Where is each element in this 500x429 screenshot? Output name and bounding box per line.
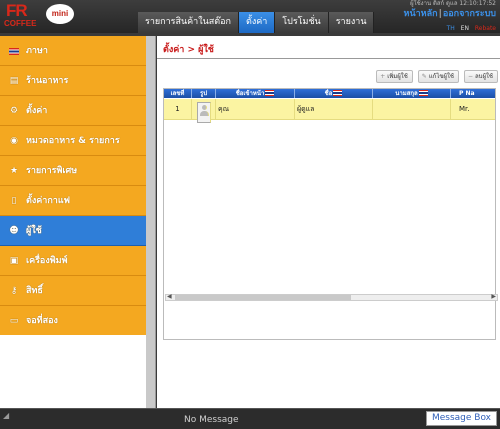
sidebar-item-label: สิทธิ์ — [26, 286, 43, 296]
lang-th[interactable]: TH — [447, 25, 455, 32]
sidebar-item-coffee-settings[interactable]: ▯ ตั้งค่ากาแฟ — [0, 186, 146, 216]
plate-icon: ◉ — [10, 136, 18, 146]
col-header-surname[interactable]: นามสกุล — [373, 89, 451, 98]
gear-icon: ⚙ — [9, 106, 19, 116]
flag-icon — [333, 90, 343, 96]
scroll-right-icon[interactable]: ▶ — [491, 293, 496, 300]
col-header-name-label: ชื่อ — [324, 90, 333, 97]
cell-photo — [192, 99, 216, 123]
splitter[interactable] — [146, 36, 156, 408]
store-icon: ▤ — [9, 76, 19, 86]
sidebar-item-label: รายการพิเศษ — [26, 166, 78, 176]
sidebar-item-second-screen[interactable]: ▭ จอที่สอง — [0, 306, 146, 336]
resize-grip-icon: ◢ — [3, 411, 10, 420]
message-box-button[interactable]: Message Box — [426, 411, 497, 426]
col-header-p[interactable]: P Na — [451, 89, 495, 98]
horizontal-scrollbar[interactable]: ◀ ▶ — [165, 293, 498, 301]
cell-login: คุณ — [216, 99, 295, 120]
sidebar-item-label: ตั้งค่ากาแฟ — [26, 196, 70, 206]
key-icon: ⚷ — [10, 286, 18, 296]
edit-user-button[interactable]: ✎ แก้ไขผู้ใช้ — [417, 70, 459, 83]
cell-surname — [373, 99, 451, 120]
sidebar-item-label: เครื่องพิมพ์ — [26, 256, 68, 266]
tab-stock[interactable]: รายการสินค้าในสต๊อก — [138, 12, 239, 33]
monitor-icon: ▭ — [9, 316, 19, 326]
flag-icon — [418, 90, 428, 96]
flag-icon — [9, 48, 19, 55]
add-user-button[interactable]: + เพิ่มผู้ใช้ — [376, 70, 413, 83]
users-icon: ☻ — [9, 226, 19, 236]
col-header-surname-label: นามสกุล — [395, 90, 418, 97]
col-header-login-label: ชื่อเข้าหน้า — [235, 90, 265, 97]
sidebar-item-label: หมวดอาหาร & รายการ — [26, 136, 120, 146]
printer-icon: ▣ — [9, 256, 19, 266]
logo-sub: COFFEE — [4, 19, 37, 28]
sidebar: ภาษา ▤ ร้านอาหาร ⚙ ตั้งค่า ◉ หมวดอาหาร & รา… — [0, 36, 146, 336]
sidebar-item-label: ร้านอาหาร — [26, 76, 69, 86]
sidebar-item-food-category[interactable]: ◉ หมวดอาหาร & รายการ — [0, 126, 146, 156]
cell-no: 1 — [164, 99, 192, 120]
col-header-no[interactable]: เลขที่ — [164, 89, 192, 98]
header-links: หน้าหลัก|ออกจากระบบ — [403, 9, 496, 19]
logout-link[interactable]: ออกจากระบบ — [443, 9, 496, 19]
sidebar-item-special[interactable]: ★ รายการพิเศษ — [0, 156, 146, 186]
lang-other[interactable]: Rebate — [475, 25, 496, 32]
cell-p: Mr. — [451, 99, 495, 120]
lang-en[interactable]: EN — [461, 25, 469, 32]
scroll-left-icon[interactable]: ◀ — [167, 293, 172, 300]
sidebar-item-language[interactable]: ภาษา — [0, 36, 146, 66]
app-logo: FR COFFEE mini — [2, 1, 74, 33]
cup-icon: ▯ — [11, 196, 17, 206]
sidebar-item-label: จอที่สอง — [26, 316, 58, 326]
sidebar-item-restaurant[interactable]: ▤ ร้านอาหาร — [0, 66, 146, 96]
breadcrumb: ตั้งค่า > ผู้ใช้ — [163, 45, 214, 55]
sidebar-item-label: ภาษา — [26, 46, 48, 56]
star-icon: ★ — [9, 166, 19, 176]
main-nav: รายการสินค้าในสต๊อก ตั้งค่า โปรโมชั่น รา… — [138, 12, 375, 33]
language-switcher: TH EN Rebate — [443, 25, 496, 32]
col-header-name[interactable]: ชื่อ — [295, 89, 373, 98]
sidebar-item-label: ผู้ใช้ — [26, 226, 42, 236]
cell-name: ผู้ดูแล — [295, 99, 373, 120]
logo-brand: FR — [6, 1, 28, 20]
delete-user-label: ลบผู้ใช้ — [474, 73, 493, 80]
status-message: No Message — [184, 415, 239, 425]
tab-settings[interactable]: ตั้งค่า — [238, 12, 276, 33]
users-table: เลขที่ รูป ชื่อเข้าหน้า ชื่อ นามสกุล P N… — [163, 88, 496, 340]
sidebar-item-permissions[interactable]: ⚷ สิทธิ์ — [0, 276, 146, 306]
divider — [157, 58, 500, 59]
delete-user-button[interactable]: − ลบผู้ใช้ — [463, 70, 498, 83]
table-header: เลขที่ รูป ชื่อเข้าหน้า ชื่อ นามสกุล P N… — [164, 89, 495, 98]
col-header-login[interactable]: ชื่อเข้าหน้า — [216, 89, 295, 98]
sidebar-item-label: ตั้งค่า — [26, 106, 48, 116]
add-user-label: เพิ่มผู้ใช้ — [387, 73, 408, 80]
avatar-placeholder-icon — [196, 102, 211, 123]
logo-badge: mini — [46, 4, 74, 24]
main-panel: ตั้งค่า > ผู้ใช้ + เพิ่มผู้ใช้ ✎ แก้ไขผู้ใ… — [157, 36, 500, 408]
tab-promotion[interactable]: โปรโมชั่น — [275, 12, 329, 33]
top-bar: FR COFFEE mini รายการสินค้าในสต๊อก ตั้งค… — [0, 0, 500, 33]
status-bar: ◢ No Message Message Box — [0, 408, 500, 429]
edit-user-label: แก้ไขผู้ใช้ — [428, 73, 454, 80]
sidebar-empty-area — [0, 335, 146, 408]
user-toolbar: + เพิ่มผู้ใช้ ✎ แก้ไขผู้ใช้ − ลบผู้ใช้ — [376, 70, 498, 83]
home-link[interactable]: หน้าหลัก — [404, 9, 438, 19]
sidebar-item-settings[interactable]: ⚙ ตั้งค่า — [0, 96, 146, 126]
col-header-photo[interactable]: รูป — [192, 89, 216, 98]
tab-report[interactable]: รายงาน — [328, 12, 375, 33]
scroll-thumb[interactable] — [175, 295, 351, 300]
sidebar-item-printer[interactable]: ▣ เครื่องพิมพ์ — [0, 246, 146, 276]
flag-icon — [265, 90, 275, 96]
table-row[interactable]: 1 คุณ ผู้ดูแล Mr. — [164, 99, 495, 123]
sidebar-item-users[interactable]: ☻ ผู้ใช้ — [0, 216, 146, 246]
